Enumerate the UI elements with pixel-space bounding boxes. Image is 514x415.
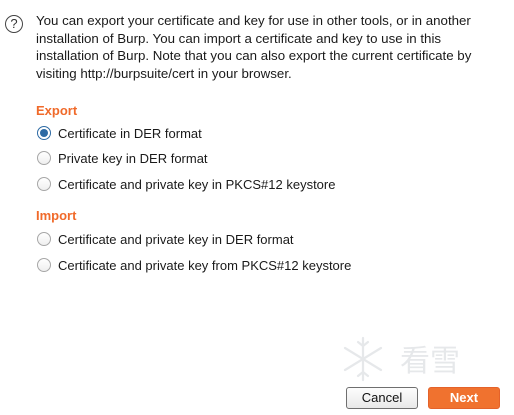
radio-selected-icon[interactable] xyxy=(37,126,51,140)
cancel-button[interactable]: Cancel xyxy=(346,387,418,409)
next-button[interactable]: Next xyxy=(428,387,500,409)
option-label: Certificate and private key in DER forma… xyxy=(58,231,294,247)
option-label: Certificate and private key in PKCS#12 k… xyxy=(58,176,336,192)
import-option-cert-key-der[interactable]: Certificate and private key in DER forma… xyxy=(37,230,294,248)
radio-unselected-icon[interactable] xyxy=(37,177,51,191)
watermark-text: 看雪 xyxy=(400,344,460,379)
export-option-cert-der[interactable]: Certificate in DER format xyxy=(37,124,202,142)
radio-unselected-icon[interactable] xyxy=(37,151,51,165)
intro-description: You can export your certificate and key … xyxy=(36,13,472,81)
radio-unselected-icon[interactable] xyxy=(37,232,51,246)
export-option-key-der[interactable]: Private key in DER format xyxy=(37,149,208,167)
help-question-icon: ? xyxy=(5,15,23,33)
option-label: Certificate in DER format xyxy=(58,125,202,141)
import-option-cert-key-pkcs12[interactable]: Certificate and private key from PKCS#12… xyxy=(37,256,351,274)
snowflake-icon xyxy=(343,336,383,382)
option-label: Certificate and private key from PKCS#12… xyxy=(58,257,352,273)
watermark-logo: 看雪 xyxy=(343,336,460,382)
export-section-title: Export xyxy=(36,103,78,118)
export-option-cert-key-pkcs12[interactable]: Certificate and private key in PKCS#12 k… xyxy=(37,175,335,193)
option-label: Private key in DER format xyxy=(58,150,208,166)
radio-unselected-icon[interactable] xyxy=(37,258,51,272)
import-section-title: Import xyxy=(36,208,77,223)
